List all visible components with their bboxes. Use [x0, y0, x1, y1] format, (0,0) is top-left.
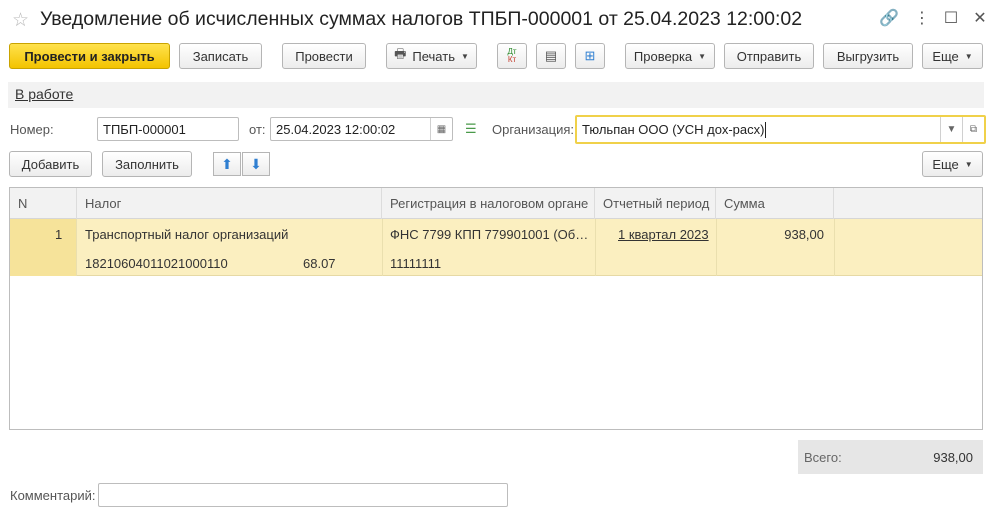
comment-input[interactable] [98, 483, 508, 507]
dt-kt-button[interactable]: Дт Кт [497, 43, 527, 69]
print-button[interactable]: 🖶 Печать ▼ [386, 43, 477, 69]
structure-icon: ⊞ [584, 48, 596, 63]
kbk-code: 18210604011021000110 [85, 256, 228, 271]
more-button[interactable]: Еще ▼ [922, 43, 983, 69]
column-header-tax[interactable]: Налог [77, 188, 382, 219]
table-more-button[interactable]: Еще ▼ [922, 151, 983, 177]
export-button[interactable]: Выгрузить [823, 43, 913, 69]
export-label: Выгрузить [836, 48, 900, 64]
date-label: от: [249, 122, 266, 137]
organization-value: Тюльпан ООО (УСН дох-расх) [582, 122, 765, 137]
table-header: N Налог Регистрация в налоговом органе О… [10, 188, 982, 219]
favorite-star-icon[interactable]: ☆ [12, 9, 29, 32]
total-box: Всего: 938,00 [798, 440, 983, 474]
oktmo-value: 11111111 [390, 256, 442, 271]
document-list-button[interactable]: ▤ [536, 43, 566, 69]
period-link[interactable]: 1 квартал 2023 [618, 227, 709, 242]
text-cursor [765, 121, 767, 138]
oktmo-code: 68.07 [303, 256, 336, 271]
column-header-amount[interactable]: Сумма [716, 188, 834, 219]
total-value: 938,00 [933, 450, 973, 465]
send-label: Отправить [736, 48, 802, 64]
maximize-icon[interactable]: ☐ [940, 8, 962, 28]
link-icon[interactable]: 🔗 [878, 8, 900, 28]
more-label: Еще [932, 48, 959, 64]
post-and-close-label: Провести и закрыть [24, 48, 155, 64]
printer-icon: 🖶 [394, 46, 407, 61]
window-title: Уведомление об исчисленных суммах налого… [40, 8, 803, 30]
calendar-icon[interactable]: ▦ [430, 118, 452, 140]
comment-label: Комментарий: [10, 488, 96, 503]
list-icon: ▤ [544, 48, 558, 63]
table-more-label: Еще [932, 156, 959, 172]
status-link[interactable]: В работе [15, 86, 73, 102]
post-and-close-button[interactable]: Провести и закрыть [9, 43, 170, 69]
check-button[interactable]: Проверка ▼ [625, 43, 715, 69]
column-header-registration[interactable]: Регистрация в налоговом органе [382, 188, 595, 219]
more-actions-icon[interactable]: ⋮ [911, 8, 933, 28]
chevron-down-icon: ▼ [460, 51, 469, 61]
dropdown-icon[interactable]: ▼ [940, 117, 962, 142]
total-label: Всего: [804, 450, 842, 465]
org-note-icon[interactable]: ☰ [465, 121, 477, 137]
organization-input[interactable]: Тюльпан ООО (УСН дох-расх) ▼ ⧉ [575, 115, 986, 144]
open-icon[interactable]: ⧉ [962, 117, 984, 142]
kt-label: Кт [507, 55, 517, 64]
fill-button[interactable]: Заполнить [102, 151, 192, 177]
send-button[interactable]: Отправить [724, 43, 814, 69]
number-label: Номер: [10, 122, 54, 137]
date-input[interactable]: 25.04.2023 12:00:02 ▦ [270, 117, 453, 141]
number-value: ТПБП-000001 [103, 121, 186, 137]
chevron-down-icon: ▼ [964, 51, 973, 61]
organization-label: Организация: [492, 122, 575, 137]
column-header-n[interactable]: N [10, 188, 77, 219]
move-down-button[interactable]: ⬇ [242, 152, 270, 176]
chevron-down-icon: ▼ [698, 51, 707, 61]
tax-name: Транспортный налог организаций [85, 227, 289, 242]
row-number-cell [10, 219, 76, 276]
title-bar: ☆ Уведомление об исчисленных суммах нало… [0, 0, 1000, 40]
taxes-table[interactable]: N Налог Регистрация в налоговом органе О… [9, 187, 983, 430]
add-row-label: Добавить [21, 156, 80, 172]
post-label: Провести [295, 48, 353, 64]
registration-value: ФНС 7799 КПП 779901001 (Об… [390, 227, 588, 242]
print-label: Печать [412, 48, 455, 64]
structure-button[interactable]: ⊞ [575, 43, 605, 69]
arrow-up-icon: ⬆ [221, 155, 233, 172]
number-input[interactable]: ТПБП-000001 [97, 117, 239, 141]
save-button[interactable]: Записать [179, 43, 262, 69]
status-bar: В работе [8, 82, 984, 108]
close-icon[interactable]: ✕ [969, 8, 991, 28]
fill-label: Заполнить [115, 156, 179, 172]
column-header-period[interactable]: Отчетный период [595, 188, 716, 219]
arrow-down-icon: ⬇ [250, 155, 262, 172]
move-up-button[interactable]: ⬆ [213, 152, 241, 176]
check-label: Проверка [633, 48, 693, 64]
date-value: 25.04.2023 12:00:02 [276, 121, 396, 137]
save-label: Записать [192, 48, 249, 64]
add-row-button[interactable]: Добавить [9, 151, 92, 177]
chevron-down-icon: ▼ [964, 159, 973, 169]
post-button[interactable]: Провести [282, 43, 366, 69]
amount-value: 938,00 [784, 227, 824, 242]
row-number: 1 [55, 227, 63, 242]
